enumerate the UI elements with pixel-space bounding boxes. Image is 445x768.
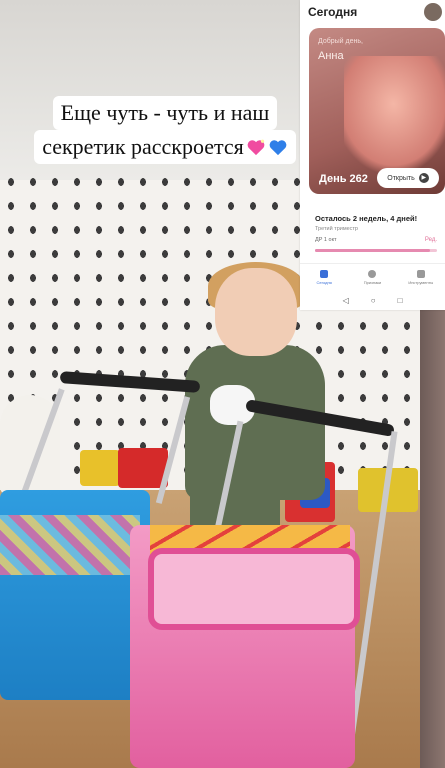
greeting-text: Добрый день, (318, 38, 363, 45)
calendar-icon (320, 269, 329, 278)
nav-label-tools: Инструменты (408, 279, 434, 285)
pregnancy-progress-bar (315, 249, 437, 252)
child-sweatshirt (185, 345, 325, 500)
open-button-label: Открыть (387, 174, 415, 182)
user-name: Анна (318, 50, 344, 62)
baby-card[interactable]: Добрый день, Анна День 262 Открыть ▶ (309, 28, 445, 194)
pink-stroller-hood (148, 548, 360, 630)
caption-line-2: секретик расскроется (34, 130, 296, 164)
recents-icon[interactable]: □ (398, 296, 403, 305)
caption-line-2-text: секретик расскроется (42, 134, 244, 159)
sparkling-heart-icon (246, 132, 266, 156)
home-icon[interactable]: ○ (371, 296, 376, 305)
nav-label-signs: Признаки (363, 279, 382, 285)
nav-item-tools[interactable]: Инструменты (397, 264, 445, 290)
blue-heart-icon (268, 132, 288, 156)
pregnancy-app-screenshot: Сегодня Добрый день, Анна День 262 Откры… (300, 0, 445, 310)
story-caption: Еще чуть - чуть и наш секретик расскроет… (0, 96, 330, 164)
baby-illustration (344, 56, 445, 176)
system-nav-bar: ◁ ○ □ (300, 290, 445, 310)
open-button[interactable]: Открыть ▶ (377, 168, 439, 188)
progress-fill (315, 249, 430, 252)
caption-line-1: Еще чуть - чуть и наш (52, 96, 278, 130)
bottom-nav: Сегодня Признаки Инструменты (300, 263, 445, 290)
nav-item-today[interactable]: Сегодня (300, 264, 348, 290)
child-face (215, 268, 297, 356)
remaining-time: Осталось 2 недель, 4 дней! (315, 214, 418, 223)
nav-item-signs[interactable]: Признаки (348, 264, 396, 290)
avatar[interactable] (424, 3, 442, 21)
page-title: Сегодня (308, 5, 358, 19)
trimester-label: Третий триместр (315, 226, 358, 232)
due-date: ДР 1 окт (315, 237, 337, 243)
briefcase-icon (416, 269, 425, 278)
right-edge-strip (420, 300, 445, 768)
toy-truck-yellow (80, 450, 120, 486)
back-icon[interactable]: ◁ (343, 296, 349, 305)
compass-icon (368, 269, 377, 278)
edit-link[interactable]: Ред. (425, 237, 437, 243)
blue-stroller-floral-trim (0, 515, 140, 575)
nav-label-today: Сегодня (316, 279, 332, 285)
play-icon: ▶ (418, 173, 429, 183)
day-counter: День 262 (319, 173, 368, 185)
